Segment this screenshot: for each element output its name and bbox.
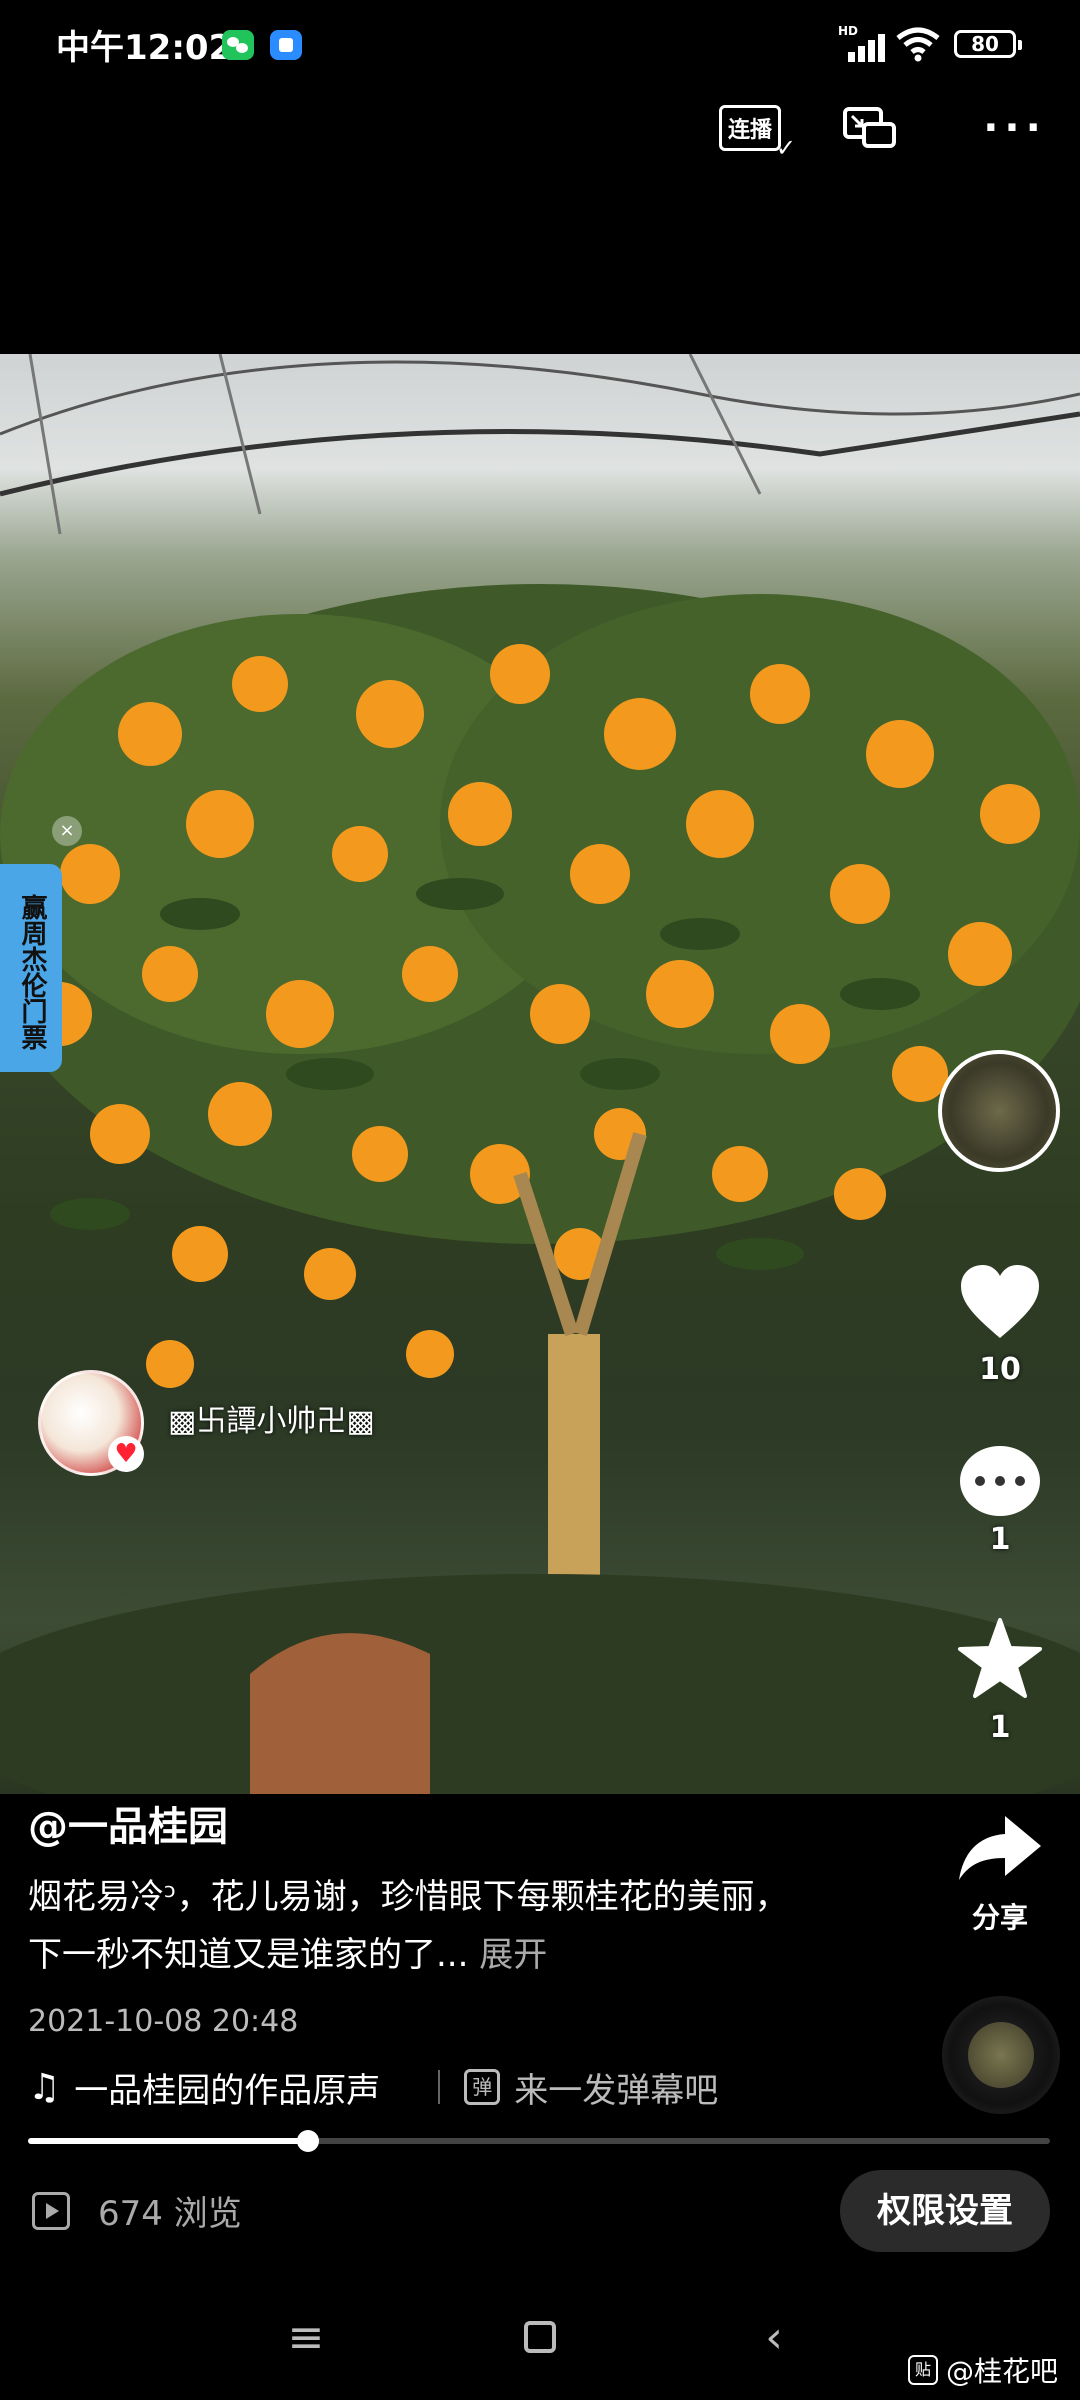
picture-in-picture-icon xyxy=(843,107,896,148)
danmu-icon: 弹 xyxy=(464,2069,501,2105)
comment-button[interactable]: 1 xyxy=(940,1446,1060,1557)
share-arrow-icon xyxy=(959,1816,1041,1880)
signal-icon xyxy=(840,28,888,62)
like-count: 10 xyxy=(979,1352,1021,1387)
comment-icon xyxy=(960,1446,1040,1516)
heart-icon xyxy=(961,1265,1039,1338)
progress-knob[interactable] xyxy=(297,2130,320,2152)
follow-heart-icon[interactable]: ♥ xyxy=(108,1436,144,1472)
view-count-text: 674 浏览 xyxy=(98,2194,242,2234)
status-bar: 中午12:02 HD 80 xyxy=(0,0,1080,90)
music-row: ♫ 一品桂园的作品原声 弹 来一发弹幕吧 xyxy=(28,2063,718,2112)
more-button[interactable]: ··· xyxy=(960,96,1070,160)
music-title[interactable]: 一品桂园的作品原声 xyxy=(74,2063,414,2112)
expand-link[interactable]: 展开 xyxy=(479,1935,547,1975)
play-icon xyxy=(32,2191,70,2230)
autoplay-label: 连播 xyxy=(718,105,796,162)
home-nav-button[interactable] xyxy=(510,2312,570,2362)
author-name[interactable]: ▩卐譚小帅卍▩ xyxy=(168,1396,375,1440)
autoplay-button[interactable]: 连播 xyxy=(710,96,796,162)
top-actions: 连播 ··· xyxy=(680,96,1080,166)
like-button[interactable]: 10 xyxy=(940,1262,1060,1387)
favorite-button[interactable]: 1 xyxy=(940,1618,1060,1745)
post-caption[interactable]: 烟花易冷ᵓ，花儿易谢，珍惜眼下每颗桂花的美丽，下一秒不知道又是谁家的了... 展… xyxy=(28,1868,818,1984)
music-disc[interactable] xyxy=(942,1996,1060,2114)
divider xyxy=(438,2070,441,2104)
permission-settings-button[interactable]: 权限设置 xyxy=(840,2170,1050,2252)
danmu-input[interactable]: 来一发弹幕吧 xyxy=(514,2063,718,2112)
caption-text: 烟花易冷ᵓ，花儿易谢，珍惜眼下每颗桂花的美丽，下一秒不知道又是谁家的了... xyxy=(28,1877,789,1975)
promo-close-button[interactable]: × xyxy=(52,816,82,846)
menu-nav-button[interactable]: ≡ xyxy=(276,2311,336,2363)
app-notification-icon xyxy=(270,30,302,60)
post-author-handle[interactable]: @一品桂园 xyxy=(28,1794,228,1852)
star-icon xyxy=(958,1618,1042,1698)
share-label: 分享 xyxy=(971,1901,1028,1934)
clock: 中午12:02 xyxy=(56,28,233,68)
wechat-notification-icon xyxy=(222,30,254,60)
back-nav-button[interactable]: ‹ xyxy=(744,2311,804,2363)
view-count: 674 浏览 xyxy=(32,2186,242,2235)
share-button[interactable]: 分享 xyxy=(950,1812,1050,1936)
creator-avatar[interactable] xyxy=(938,1050,1060,1172)
watermark-text: @桂花吧 xyxy=(946,2355,1059,2388)
osmanthus-tree-image xyxy=(0,354,1080,1794)
watermark: 贴 @桂花吧 xyxy=(908,2350,1058,2390)
promo-tag[interactable]: 赢周杰伦门票 xyxy=(0,864,62,1072)
more-icon: ··· xyxy=(983,105,1047,151)
tieba-logo-icon: 贴 xyxy=(908,2355,938,2385)
comment-count: 1 xyxy=(989,1522,1011,1557)
pip-button[interactable] xyxy=(830,96,910,160)
progress-fill xyxy=(28,2138,309,2144)
music-note-icon: ♫ xyxy=(28,2066,61,2108)
favorite-count: 1 xyxy=(989,1710,1011,1745)
back-icon: ‹ xyxy=(765,2311,783,2363)
home-icon xyxy=(524,2321,556,2353)
battery-indicator: 80 xyxy=(954,30,1022,58)
post-photo[interactable]: × 赢周杰伦门票 xyxy=(0,354,1080,1794)
post-date: 2021-10-08 20:48 xyxy=(28,2004,299,2039)
video-progress-bar[interactable] xyxy=(28,2130,1050,2152)
wifi-icon xyxy=(896,27,940,62)
menu-icon: ≡ xyxy=(287,2311,325,2363)
